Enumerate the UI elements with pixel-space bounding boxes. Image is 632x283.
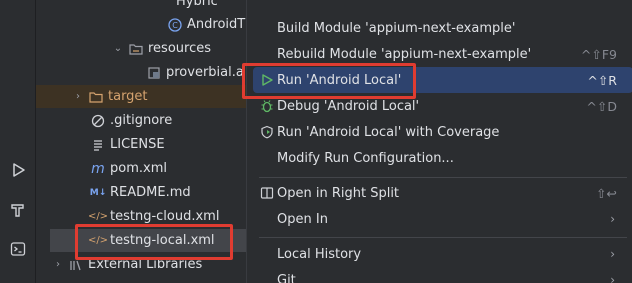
- ignore-icon: [90, 113, 106, 129]
- xml-file-icon: </>: [87, 235, 109, 246]
- run-tool-icon[interactable]: [6, 158, 30, 182]
- terminal-icon[interactable]: [6, 237, 30, 261]
- resources-folder-icon: [128, 41, 144, 57]
- class-icon: C: [167, 17, 183, 33]
- chevron-down-icon[interactable]: ⌄: [112, 43, 124, 55]
- chevron-right-icon: ›: [610, 247, 615, 261]
- build-hammer-icon[interactable]: [6, 198, 30, 222]
- tree-item-label: testng-cloud.xml: [110, 209, 220, 224]
- tree-item-label: pom.xml: [110, 161, 167, 176]
- menu-item-label: Local History: [277, 246, 362, 262]
- menu-item-local-history[interactable]: Local History ›: [253, 241, 632, 267]
- menu-item-build-module[interactable]: Build Module 'appium-next-example': [253, 15, 632, 41]
- menu-item-label: Debug 'Android Local': [277, 98, 420, 114]
- tree-item-label: resources: [148, 41, 212, 56]
- menu-item-debug-local[interactable]: Debug 'Android Local' ^⇧D: [253, 93, 632, 119]
- menu-item-label: Run 'Android Local': [277, 72, 402, 88]
- svg-text:C: C: [172, 21, 178, 30]
- markdown-icon: M↓: [89, 187, 107, 198]
- menu-item-open-in[interactable]: Open In ›: [253, 206, 632, 232]
- menu-item-shortcut: ^⇧D: [586, 98, 617, 114]
- menu-item-shortcut: ^⇧F9: [580, 46, 617, 62]
- menu-item-label: Open in Right Split: [277, 185, 400, 201]
- tree-item-pom[interactable]: m pom.xml: [36, 157, 246, 180]
- chevron-right-icon: ›: [610, 273, 615, 283]
- tree-item-proverbial[interactable]: proverbial.a: [36, 61, 246, 84]
- tree-item-label: AndroidT: [187, 17, 246, 32]
- tree-item-external-libraries[interactable]: › External Libraries: [36, 253, 246, 276]
- menu-item-label: Git: [277, 272, 296, 283]
- menu-item-label: Rebuild Module 'appium-next-example': [277, 46, 532, 62]
- menu-item-label: Open In: [277, 211, 328, 227]
- tree-item-label: README.md: [110, 185, 191, 200]
- tree-item-testng-local[interactable]: </> testng-local.xml: [50, 229, 246, 252]
- library-icon: [68, 257, 84, 273]
- maven-icon: m: [91, 160, 105, 177]
- tree-item-android-class[interactable]: C AndroidT: [36, 13, 246, 36]
- project-tree: Hybric C AndroidT ⌄ resources proverbial…: [36, 0, 246, 283]
- tree-item-readme[interactable]: M↓ README.md: [36, 181, 246, 204]
- tree-item-label: External Libraries: [88, 257, 203, 272]
- split-view-icon: [259, 185, 275, 201]
- tree-item-label: proverbial.a: [166, 65, 244, 80]
- menu-separator: [259, 237, 627, 238]
- xml-file-icon: </>: [87, 211, 109, 222]
- tree-item-label: target: [108, 89, 148, 104]
- chevron-right-icon[interactable]: ›: [72, 91, 84, 103]
- coverage-shield-icon: [259, 124, 275, 140]
- menu-separator: [259, 177, 627, 178]
- menu-item-rebuild-module[interactable]: Rebuild Module 'appium-next-example' ^⇧F…: [253, 41, 632, 67]
- menu-item-git[interactable]: Git ›: [253, 267, 632, 283]
- chevron-right-icon: ›: [610, 212, 615, 226]
- debug-bug-icon: [259, 98, 275, 114]
- tree-item-license[interactable]: LICENSE: [36, 133, 246, 156]
- menu-item-run-coverage[interactable]: Run 'Android Local' with Coverage: [253, 119, 632, 145]
- tool-strip: [0, 0, 36, 283]
- tree-item-gitignore[interactable]: .gitignore: [36, 109, 246, 132]
- tree-item-target[interactable]: › target: [36, 85, 246, 108]
- context-menu: Build Module 'appium-next-example' Rebui…: [246, 0, 632, 283]
- menu-item-modify-run-config[interactable]: Modify Run Configuration...: [253, 145, 632, 171]
- tree-item-resources[interactable]: ⌄ resources: [36, 37, 246, 60]
- tree-item-label: LICENSE: [110, 137, 165, 152]
- chevron-right-icon[interactable]: ›: [52, 259, 64, 271]
- text-file-icon: [90, 137, 106, 153]
- menu-item-shortcut: ^⇧R: [587, 72, 617, 88]
- tree-item-hybrid[interactable]: Hybric: [36, 0, 246, 13]
- menu-item-label: Build Module 'appium-next-example': [277, 20, 516, 36]
- folder-icon: [88, 89, 104, 105]
- menu-item-label: Modify Run Configuration...: [277, 150, 454, 166]
- menu-item-shortcut: ⇧↩: [596, 185, 617, 201]
- menu-item-open-right-split[interactable]: Open in Right Split ⇧↩: [253, 180, 632, 206]
- run-icon: [259, 72, 275, 88]
- menu-item-run-local[interactable]: Run 'Android Local' ^⇧R: [253, 67, 632, 93]
- menu-item-label: Run 'Android Local' with Coverage: [277, 124, 500, 140]
- tree-item-label: Hybric: [176, 0, 218, 9]
- tree-item-label: testng-local.xml: [110, 233, 215, 248]
- tree-item-label: .gitignore: [110, 113, 173, 128]
- tree-item-testng-cloud[interactable]: </> testng-cloud.xml: [36, 205, 246, 228]
- file-icon: [146, 65, 162, 81]
